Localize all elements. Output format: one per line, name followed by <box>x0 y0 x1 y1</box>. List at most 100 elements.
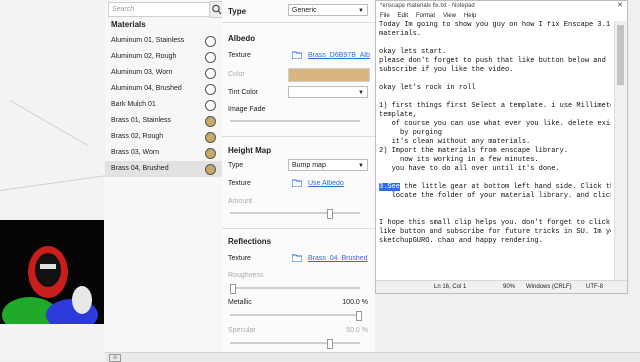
materials-list: Aluminum 01, Stainless Aluminum 02, Roug… <box>105 33 222 177</box>
albedo-color-label: Color <box>228 71 245 78</box>
viewport-wire <box>9 100 89 146</box>
materials-sidebar: Search Materials Aluminum 01, Stainless … <box>105 0 224 360</box>
material-swatch <box>205 52 216 63</box>
text-selection: 3.See <box>379 183 401 191</box>
tint-color-label: Tint Color <box>228 89 259 96</box>
material-name: Brass 04, Brushed <box>111 165 169 172</box>
material-item[interactable]: Aluminum 02, Rough <box>105 49 222 65</box>
material-name: Aluminum 04, Brushed <box>111 85 182 92</box>
folder-icon[interactable] <box>292 51 302 59</box>
type-value: Generic <box>292 7 317 14</box>
text-content: the little gear at bottom left hand side… <box>379 183 611 245</box>
material-swatch <box>205 164 216 175</box>
divider <box>222 228 375 229</box>
material-item-selected[interactable]: Brass 04, Brushed <box>105 161 222 177</box>
height-type-label: Type <box>228 162 244 169</box>
reflections-header: Reflections <box>228 237 272 246</box>
material-name: Brass 03, Worn <box>111 149 160 156</box>
slider-handle[interactable] <box>230 284 236 294</box>
menu-format[interactable]: Format <box>416 13 435 19</box>
notepad-title: *enscape materials fix.txt - Notepad <box>380 3 475 9</box>
zoom-level: 90% <box>503 284 516 290</box>
material-name: Aluminum 03, Worn <box>111 69 173 76</box>
divider <box>222 22 375 23</box>
material-properties-panel: Type Generic ▼ Albedo Texture Brass_D6B97… <box>222 0 375 360</box>
material-name: Brass 02, Rough <box>111 133 164 140</box>
materials-header: Materials <box>111 20 146 29</box>
search-input[interactable]: Search <box>108 2 213 17</box>
reflections-texture-label: Texture <box>228 255 251 262</box>
divider <box>222 136 375 137</box>
slider-handle[interactable] <box>327 209 333 219</box>
specular-value[interactable]: 50.0 % <box>332 327 368 334</box>
material-name: Bark Mulch 01 <box>111 101 156 108</box>
material-swatch <box>205 36 216 47</box>
cursor-position: Ln 16, Col 1 <box>434 284 467 290</box>
folder-icon[interactable] <box>292 179 302 187</box>
type-dropdown[interactable]: Generic ▼ <box>288 4 368 16</box>
albedo-texture-link[interactable]: Brass_D6B97B_Albe <box>308 52 370 59</box>
scrollbar-thumb[interactable] <box>617 25 624 85</box>
notepad-statusbar: Ln 16, Col 1 90% Windows (CRLF) UTF-8 <box>376 280 627 293</box>
type-label: Type <box>228 7 247 16</box>
slider-handle[interactable] <box>327 339 333 349</box>
material-item[interactable]: Brass 02, Rough <box>105 129 222 145</box>
3d-viewport[interactable] <box>0 0 109 360</box>
menu-help[interactable]: Help <box>464 13 476 19</box>
amount-label: Amount <box>228 198 253 205</box>
material-swatch <box>205 148 216 159</box>
specular-number: 50.0 <box>346 327 360 334</box>
material-swatch <box>205 84 216 95</box>
chevron-down-icon: ▼ <box>358 90 364 96</box>
reflections-texture-link[interactable]: Brass_04_Brushed <box>308 255 370 262</box>
height-texture-link[interactable]: Use Albedo <box>308 180 370 187</box>
chevron-down-icon: ▼ <box>358 163 364 169</box>
notepad-text-area[interactable]: Today Im going to show you guy on how I … <box>379 21 611 283</box>
material-swatch <box>205 132 216 143</box>
webcam-avatar <box>0 220 104 324</box>
image-fade-slider[interactable] <box>230 120 360 122</box>
notepad-menubar: File Edit Format View Help <box>376 11 627 21</box>
material-item[interactable]: Brass 01, Stainless <box>105 113 222 129</box>
material-item[interactable]: Brass 03, Worn <box>105 145 222 161</box>
text-content: Today Im going to show you guy on how I … <box>379 21 611 173</box>
viewport-wire <box>0 174 109 191</box>
height-type-dropdown[interactable]: Bump map ▼ <box>288 159 368 171</box>
menu-file[interactable]: File <box>380 13 390 19</box>
settings-gear-icon[interactable]: ⚙ <box>109 354 121 362</box>
material-item[interactable]: Aluminum 04, Brushed <box>105 81 222 97</box>
height-map-header: Height Map <box>228 146 272 155</box>
material-name: Aluminum 02, Rough <box>111 53 177 60</box>
material-name: Brass 01, Stainless <box>111 117 171 124</box>
metallic-slider[interactable] <box>230 311 362 321</box>
material-swatch <box>205 116 216 127</box>
material-swatch <box>205 100 216 111</box>
albedo-color-swatch[interactable] <box>288 68 370 82</box>
image-fade-label: Image Fade <box>228 106 266 113</box>
close-icon[interactable]: ✕ <box>617 1 623 11</box>
metallic-value[interactable]: 100.0 % <box>332 299 368 306</box>
vertical-scrollbar[interactable] <box>614 21 627 283</box>
menu-view[interactable]: View <box>443 13 456 19</box>
amount-slider[interactable] <box>230 209 360 219</box>
metallic-number: 100.0 <box>342 299 360 306</box>
slider-handle[interactable] <box>356 311 362 321</box>
tint-color-picker[interactable]: ▼ <box>288 86 368 98</box>
albedo-header: Albedo <box>228 34 256 43</box>
height-type-value: Bump map <box>292 162 326 169</box>
chevron-down-icon: ▼ <box>358 8 364 14</box>
metallic-unit: % <box>361 299 368 306</box>
folder-icon[interactable] <box>292 254 302 262</box>
height-texture-label: Texture <box>228 180 251 187</box>
menu-edit[interactable]: Edit <box>398 13 408 19</box>
encoding: UTF-8 <box>586 284 603 290</box>
albedo-texture-label: Texture <box>228 52 251 59</box>
material-item[interactable]: Aluminum 03, Worn <box>105 65 222 81</box>
material-swatch <box>205 68 216 79</box>
specular-slider[interactable] <box>230 339 360 349</box>
roughness-slider[interactable] <box>230 284 360 294</box>
material-item[interactable]: Aluminum 01, Stainless <box>105 33 222 49</box>
material-item[interactable]: Bark Mulch 01 <box>105 97 222 113</box>
metallic-label: Metallic <box>228 299 252 306</box>
specular-label: Specular <box>228 327 256 334</box>
